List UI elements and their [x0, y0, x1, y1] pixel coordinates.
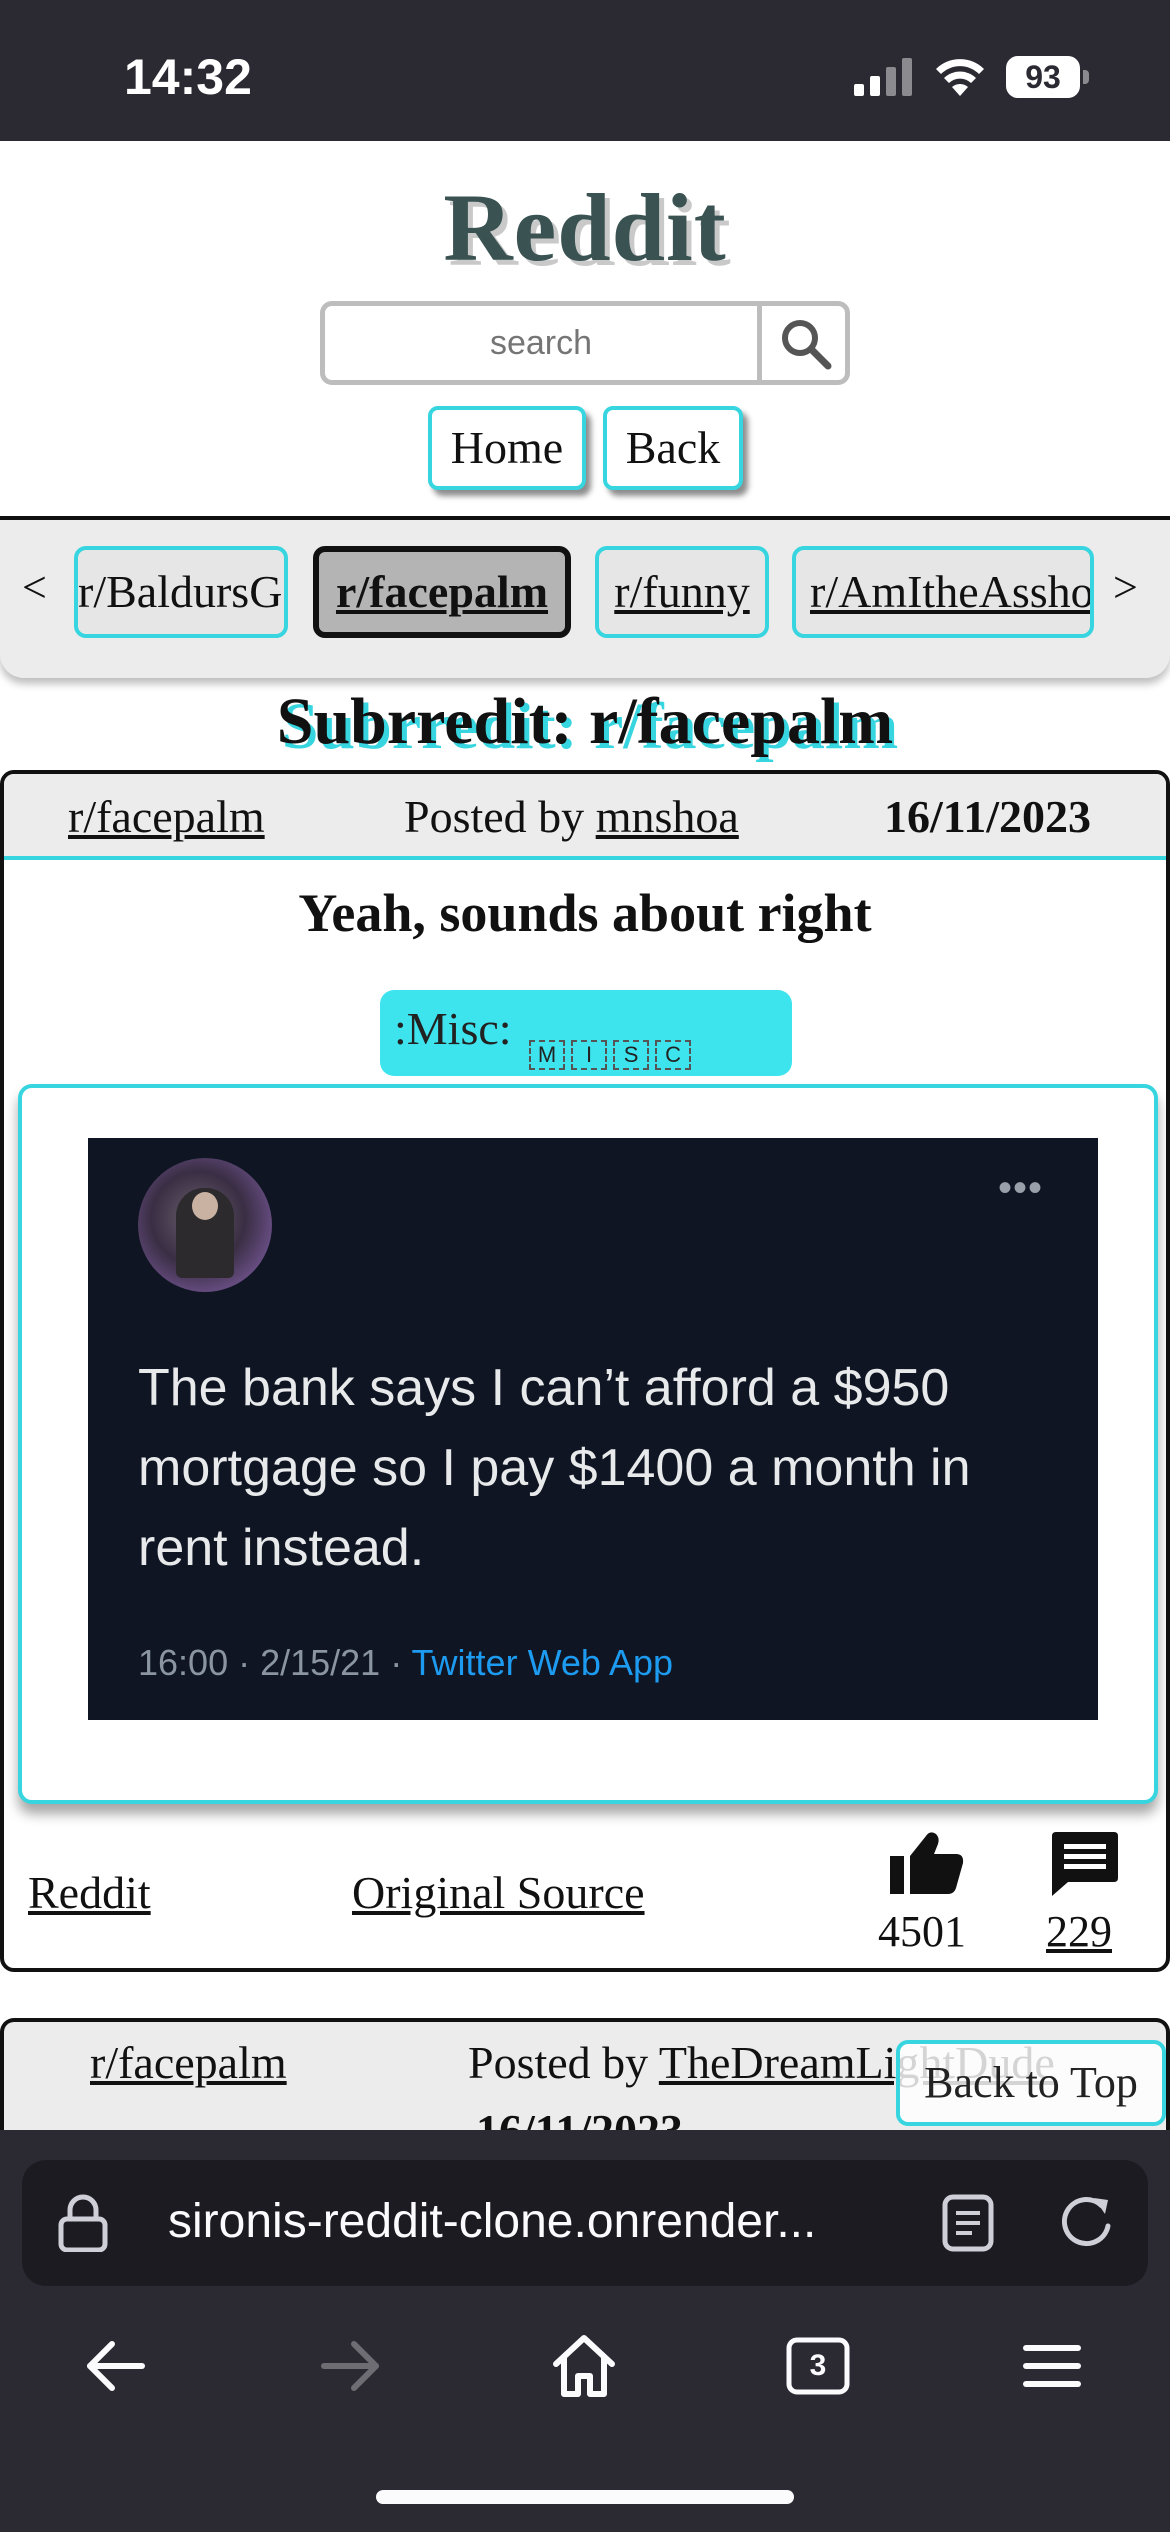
home-indicator: [376, 2490, 794, 2504]
battery-level: 93: [1006, 56, 1080, 98]
search-icon: [782, 320, 832, 370]
back-arrow-icon[interactable]: [82, 2332, 150, 2400]
posted-by-label: Posted by: [468, 2037, 649, 2088]
post-subreddit-link[interactable]: r/facepalm: [90, 2036, 287, 2089]
status-time: 14:32: [124, 49, 252, 105]
flair-text: :Misc:: [394, 1003, 512, 1054]
flair-emoji: M: [529, 1040, 566, 1070]
wifi-icon: [936, 59, 984, 96]
thumbs-up-icon[interactable]: [890, 1830, 964, 1894]
home-button[interactable]: Home: [428, 406, 586, 490]
cellular-signal-icon: [854, 58, 912, 96]
reddit-link[interactable]: Reddit: [28, 1866, 151, 1919]
post-card: r/facepalm Posted by mnshoa 16/11/2023 Y…: [0, 770, 1170, 1972]
battery-icon: 93: [1006, 56, 1090, 98]
carousel-prev-button[interactable]: <: [22, 562, 47, 613]
like-count: 4501: [878, 1907, 966, 1956]
post-author-link[interactable]: mnshoa: [596, 791, 739, 842]
tweet-meta: 16:00 · 2/15/21 · Twitter Web App: [138, 1642, 673, 1684]
avatar: [138, 1158, 272, 1292]
flair-emoji: S: [613, 1040, 650, 1070]
url-text[interactable]: sironis-reddit-clone.onrender...: [168, 2194, 908, 2249]
post-header: r/facepalm Posted by mnshoa 16/11/2023: [4, 774, 1166, 860]
tabs-button[interactable]: 3: [784, 2332, 852, 2400]
carousel-next-button[interactable]: >: [1113, 562, 1138, 613]
more-options-icon: •••: [998, 1166, 1044, 1210]
url-bar[interactable]: sironis-reddit-clone.onrender...: [22, 2160, 1148, 2286]
post-subreddit-link[interactable]: r/facepalm: [68, 790, 265, 843]
subreddit-carousel: < r/BaldursGate3 r/facepalm r/funny r/Am…: [0, 520, 1170, 678]
battery-tip: [1083, 70, 1089, 84]
page-title: Subrredit: r/facepalm: [276, 685, 894, 758]
post-title: Yeah, sounds about right: [298, 883, 872, 943]
subreddit-chip-active[interactable]: r/facepalm: [313, 546, 571, 638]
tweet-app: Twitter Web App: [411, 1642, 674, 1683]
home-icon[interactable]: [550, 2332, 618, 2400]
reload-icon[interactable]: [1058, 2192, 1118, 2254]
back-button[interactable]: Back: [603, 406, 743, 490]
comment-icon[interactable]: [1052, 1832, 1118, 1896]
search-input[interactable]: [325, 306, 757, 380]
avatar-face: [192, 1192, 218, 1220]
subreddit-chip[interactable]: r/BaldursGate3: [74, 546, 288, 638]
reader-mode-icon[interactable]: [942, 2194, 994, 2252]
comment-count[interactable]: 229: [1046, 1906, 1112, 1957]
status-bar: 14:32 93: [0, 0, 1170, 141]
subreddit-chip[interactable]: r/funny: [595, 546, 769, 638]
search-button[interactable]: [757, 306, 845, 380]
forward-arrow-icon[interactable]: [316, 2332, 384, 2400]
tab-count: 3: [809, 2349, 827, 2382]
flair-emoji: C: [655, 1040, 692, 1070]
tweet-screenshot: ••• The bank says I can’t afford a $950 …: [88, 1138, 1098, 1720]
back-to-top-button[interactable]: Back to Top: [896, 2040, 1166, 2126]
subreddit-chip-label: r/BaldursGate3: [78, 566, 284, 617]
posted-by-label: Posted by: [404, 791, 585, 842]
menu-icon[interactable]: [1018, 2332, 1086, 2400]
browser-toolbar: sironis-reddit-clone.onrender... 3: [0, 2130, 1170, 2532]
flair-emoji: I: [571, 1040, 608, 1070]
tweet-text: The bank says I can’t afford a $950 mort…: [138, 1359, 971, 1577]
post-author-line: Posted by mnshoa: [404, 790, 739, 843]
post-flair: :Misc: MISC: [380, 990, 792, 1076]
site-logo[interactable]: Reddit: [0, 172, 1170, 283]
post-media[interactable]: ••• The bank says I can’t afford a $950 …: [18, 1084, 1158, 1804]
lock-icon: [58, 2194, 108, 2252]
search-box: [320, 301, 850, 385]
post-date: 16/11/2023: [884, 791, 1092, 842]
original-source-link[interactable]: Original Source: [352, 1866, 645, 1919]
subreddit-chip[interactable]: r/AmItheAsshole: [792, 546, 1094, 638]
tweet-time: 16:00 · 2/15/21 ·: [138, 1642, 403, 1683]
